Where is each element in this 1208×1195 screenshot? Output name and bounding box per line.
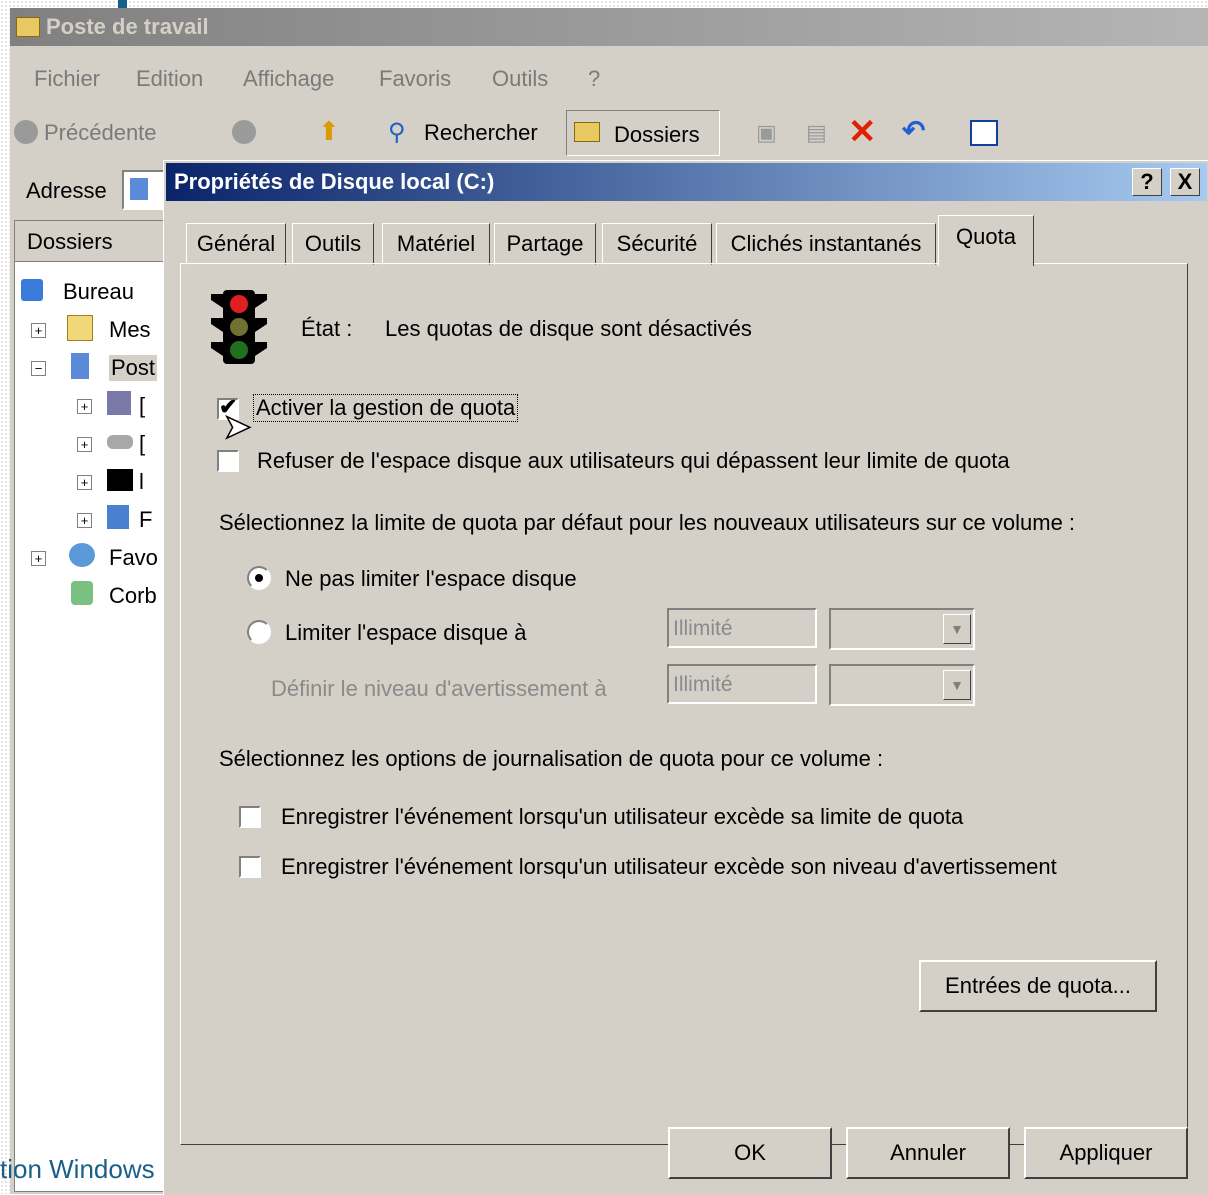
- toolbar: Précédente ⬆ ⚲ Rechercher Dossiers ▣ ▤ ✕…: [10, 108, 1208, 158]
- dialog-titlebar: Propriétés de Disque local (C:) ? X: [166, 163, 1207, 201]
- menu-edition[interactable]: Edition: [136, 66, 203, 92]
- log-limit-label[interactable]: Enregistrer l'événement lorsqu'un utilis…: [281, 804, 963, 830]
- search-button-label[interactable]: Rechercher: [424, 120, 538, 146]
- warning-level-label: Définir le niveau d'avertissement à: [271, 676, 607, 701]
- deny-space-label[interactable]: Refuser de l'espace disque aux utilisate…: [257, 448, 1010, 474]
- expand-icon[interactable]: +: [77, 437, 92, 452]
- tab-securite[interactable]: Sécurité: [602, 223, 712, 265]
- delete-icon[interactable]: ✕: [848, 112, 877, 152]
- limit-to-radio[interactable]: [247, 620, 271, 644]
- computer-icon: [71, 353, 89, 379]
- close-button[interactable]: X: [1170, 168, 1200, 196]
- no-limit-radio[interactable]: [247, 566, 271, 590]
- dropdown-arrow-icon[interactable]: ▼: [943, 670, 971, 700]
- tab-cliches-instantanes[interactable]: Clichés instantanés: [716, 223, 936, 265]
- menu-help[interactable]: ?: [588, 66, 600, 92]
- menu-affichage[interactable]: Affichage: [243, 66, 334, 92]
- ok-button[interactable]: OK: [668, 1127, 832, 1179]
- address-label: Adresse: [26, 178, 107, 203]
- menu-outils[interactable]: Outils: [492, 66, 548, 92]
- menu-fichier[interactable]: Fichier: [34, 66, 100, 92]
- status-label: État :: [301, 316, 353, 341]
- up-folder-icon[interactable]: ⬆: [318, 116, 340, 147]
- expand-icon[interactable]: +: [77, 513, 92, 528]
- tab-partage[interactable]: Partage: [494, 223, 596, 265]
- desktop-icon: [21, 279, 43, 301]
- tree-header-label: Dossiers: [27, 229, 113, 254]
- quota-entries-button[interactable]: Entrées de quota...: [919, 960, 1157, 1012]
- log-warning-label[interactable]: Enregistrer l'événement lorsqu'un utilis…: [281, 854, 1057, 880]
- forward-arrow-icon[interactable]: [232, 120, 256, 144]
- tab-materiel[interactable]: Matériel: [382, 223, 490, 265]
- mouse-pointer-icon: ➤: [222, 408, 252, 446]
- move-to-icon[interactable]: ▣: [756, 120, 777, 146]
- folders-tree-panel: Dossiers Bureau + Mes − Post + [ + [ + l…: [14, 220, 176, 1192]
- back-arrow-icon[interactable]: [14, 120, 38, 144]
- tab-outils[interactable]: Outils: [292, 223, 374, 265]
- quota-tab-page: État : Les quotas de disque sont désacti…: [180, 263, 1188, 1145]
- logging-heading: Sélectionnez les options de journalisati…: [219, 746, 884, 771]
- limit-to-label[interactable]: Limiter l'espace disque à: [285, 620, 526, 646]
- undo-icon[interactable]: ↶: [902, 114, 925, 147]
- log-limit-checkbox[interactable]: [239, 806, 261, 828]
- collapse-icon[interactable]: −: [31, 361, 46, 376]
- network-icon: [69, 543, 95, 567]
- apply-button[interactable]: Appliquer: [1024, 1127, 1188, 1179]
- menu-favoris[interactable]: Favoris: [379, 66, 451, 92]
- expand-icon[interactable]: +: [31, 551, 46, 566]
- recycle-bin-icon: [71, 581, 93, 605]
- limit-to-field[interactable]: Illimité: [667, 608, 817, 648]
- computer-icon: [130, 178, 148, 200]
- search-icon[interactable]: ⚲: [388, 118, 406, 147]
- properties-dialog: Propriétés de Disque local (C:) ? X Géné…: [163, 160, 1208, 1195]
- dialog-title: Propriétés de Disque local (C:): [174, 169, 495, 194]
- folder-icon: [574, 122, 600, 142]
- floppy-drive-icon: [107, 391, 131, 415]
- radio-dot-icon: [255, 574, 263, 582]
- control-panel-icon: [107, 505, 129, 529]
- status-value: Les quotas de disque sont désactivés: [385, 316, 752, 341]
- tab-general[interactable]: Général: [186, 223, 286, 265]
- deny-space-checkbox[interactable]: [217, 450, 239, 472]
- expand-icon[interactable]: +: [77, 475, 92, 490]
- enable-quota-label[interactable]: Activer la gestion de quota: [253, 394, 519, 422]
- views-icon[interactable]: [970, 120, 998, 146]
- tree-header: Dossiers: [15, 221, 175, 262]
- log-warning-checkbox[interactable]: [239, 856, 261, 878]
- expand-icon[interactable]: +: [31, 323, 46, 338]
- warning-level-unit-select[interactable]: ▼: [829, 664, 975, 706]
- warning-level-field[interactable]: Illimité: [667, 664, 817, 704]
- folders-button-label[interactable]: Dossiers: [614, 122, 700, 148]
- no-limit-label[interactable]: Ne pas limiter l'espace disque: [285, 566, 577, 592]
- folder-icon: [16, 17, 40, 37]
- hard-disk-icon: [107, 435, 133, 449]
- cancel-button[interactable]: Annuler: [846, 1127, 1010, 1179]
- dropdown-arrow-icon[interactable]: ▼: [943, 614, 971, 644]
- explorer-titlebar: Poste de travail: [10, 8, 1208, 46]
- tab-quota[interactable]: Quota: [938, 215, 1034, 266]
- copy-to-icon[interactable]: ▤: [806, 120, 827, 146]
- explorer-title: Poste de travail: [46, 14, 209, 39]
- limit-to-unit-select[interactable]: ▼: [829, 608, 975, 650]
- expand-icon[interactable]: +: [77, 399, 92, 414]
- back-button-label[interactable]: Précédente: [44, 120, 157, 146]
- menu-bar: Fichier Edition Affichage Favoris Outils…: [10, 56, 1208, 100]
- help-button[interactable]: ?: [1132, 168, 1162, 196]
- traffic-light-icon: [211, 290, 267, 364]
- slide-caption: tion Windows: [0, 1154, 155, 1184]
- network-drive-icon: [107, 469, 133, 491]
- default-limit-heading: Sélectionnez la limite de quota par défa…: [219, 510, 1076, 535]
- documents-folder-icon: [67, 315, 93, 341]
